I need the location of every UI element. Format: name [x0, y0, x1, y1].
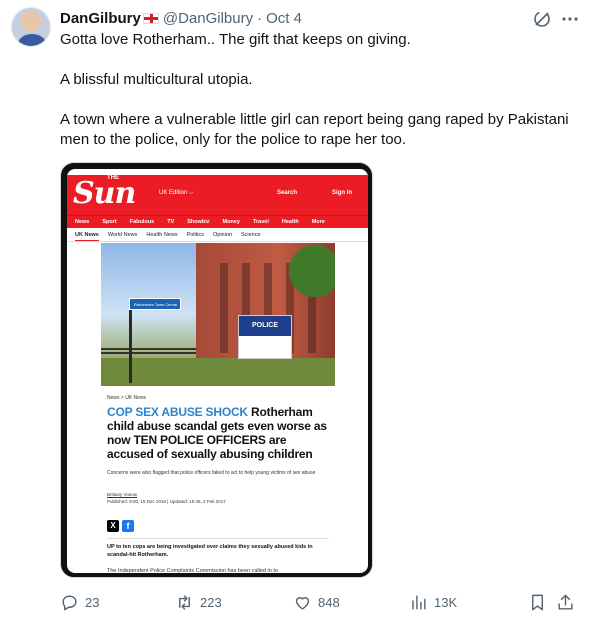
- heart-icon: [295, 596, 310, 610]
- tweet-header: DanGilbury @DanGilbury · Oct 4: [60, 8, 302, 28]
- display-name[interactable]: DanGilbury: [60, 10, 141, 27]
- reply-count: 23: [85, 594, 100, 610]
- railing: [101, 348, 196, 354]
- tweet-media-image[interactable]: THE Sun UK Edition ⌵ Search Sign in News…: [60, 162, 373, 578]
- nav-item: Health: [281, 219, 299, 225]
- signin-link: Sign in: [332, 190, 352, 196]
- tweet-actions: 23 223 848 13K: [60, 590, 580, 614]
- x-share-icon: X: [107, 520, 119, 532]
- tweet-paragraph: A blissful multicultural utopia.: [60, 71, 253, 88]
- views-icon: [412, 594, 426, 610]
- subnav-item: World News: [107, 232, 138, 238]
- police-sign: POLICE: [238, 315, 292, 359]
- repost-count: 223: [200, 594, 222, 610]
- nav-item: Travel: [252, 219, 269, 225]
- subnav-item: Opinion: [213, 232, 232, 238]
- share-icon: [558, 594, 573, 610]
- divider: [107, 538, 329, 539]
- grok-icon[interactable]: [532, 9, 552, 29]
- england-flag-icon: [142, 12, 159, 24]
- search-link: Search: [277, 190, 298, 196]
- subnav-item: UK News: [75, 229, 99, 241]
- article: Rotherham Town Centre POLICE News > UK N…: [101, 243, 335, 574]
- sun-logo: Sun: [73, 176, 136, 211]
- byline: Brittany Vonow: [107, 492, 138, 497]
- article-headline: COP SEX ABUSE SHOCK Rotherham child abus…: [107, 405, 329, 461]
- avatar[interactable]: [11, 7, 51, 47]
- more-icon[interactable]: [560, 9, 580, 29]
- phone-screenshot: THE Sun UK Edition ⌵ Search Sign in News…: [61, 163, 372, 577]
- nav-item: Money: [222, 219, 240, 225]
- headline-kicker: COP SEX ABUSE SHOCK: [107, 405, 248, 419]
- separator: ·: [257, 9, 263, 27]
- article-photo: Rotherham Town Centre POLICE: [101, 243, 335, 386]
- article-body: The Independent Police Complaints Commis…: [107, 568, 278, 574]
- subnav-item: Health News: [146, 232, 178, 238]
- sun-nav: News Sport Fabulous TV Showbiz Money Tra…: [67, 215, 368, 228]
- view-count: 13K: [434, 594, 458, 610]
- like-count: 848: [318, 594, 340, 610]
- tweet-date[interactable]: Oct 4: [266, 10, 302, 27]
- published-date: Published: 8:00, 15 Dec 2016 | Updated: …: [107, 499, 226, 504]
- like-button[interactable]: 848: [293, 590, 340, 614]
- tweet-paragraph: A town where a vulnerable little girl ca…: [60, 111, 569, 148]
- standfirst: Concerns were also flagged that police o…: [107, 470, 316, 476]
- views-button[interactable]: 13K: [409, 590, 457, 614]
- nav-item: News: [75, 219, 90, 225]
- grass: [101, 358, 335, 386]
- sun-header-bar: THE Sun UK Edition ⌵ Search Sign in: [67, 175, 368, 215]
- nav-item: Showbiz: [187, 219, 210, 225]
- sign-pole: [129, 303, 132, 383]
- nav-item: Fabulous: [129, 219, 155, 225]
- reply-icon: [62, 594, 77, 610]
- article-lead: UP to ten cops are being investigated ov…: [107, 544, 313, 558]
- facebook-share-icon: f: [122, 520, 134, 532]
- police-sign-label: POLICE: [239, 316, 291, 336]
- handle[interactable]: @DanGilbury: [163, 10, 253, 27]
- share-button[interactable]: [556, 590, 581, 614]
- nav-item: TV: [167, 219, 175, 225]
- street-sign: Rotherham Town Centre: [129, 298, 181, 310]
- breadcrumb: News > UK News: [107, 395, 147, 401]
- share-row: X f: [107, 520, 134, 532]
- subnav-item: Politics: [186, 232, 204, 238]
- tweet-text: Gotta love Rotherham.. The gift that kee…: [60, 30, 580, 150]
- nav-item: Sport: [102, 219, 117, 225]
- bookmark-button[interactable]: [528, 590, 553, 614]
- tree: [276, 243, 335, 313]
- nav-item: More: [311, 219, 325, 225]
- tweet: DanGilbury @DanGilbury · Oct 4 Gotta lov…: [0, 0, 592, 627]
- bookmark-icon: [532, 594, 543, 610]
- repost-button[interactable]: 223: [175, 590, 222, 614]
- sun-subnav: UK News World News Health News Politics …: [67, 229, 368, 242]
- edition-selector: UK Edition ⌵: [159, 190, 194, 196]
- subnav-item: Science: [240, 232, 261, 238]
- repost-icon: [179, 594, 190, 610]
- reply-button[interactable]: 23: [60, 590, 99, 614]
- tweet-paragraph: Gotta love Rotherham.. The gift that kee…: [60, 31, 411, 48]
